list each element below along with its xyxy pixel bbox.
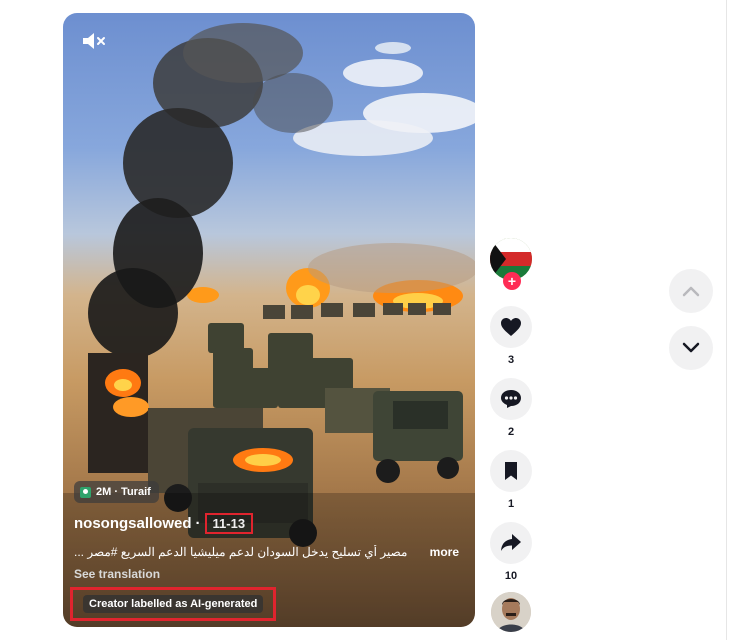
post-date: 11-13 bbox=[204, 513, 254, 534]
follow-button[interactable]: + bbox=[503, 272, 521, 290]
more-link[interactable]: more bbox=[430, 545, 459, 559]
share-count: 10 bbox=[504, 570, 518, 582]
location-icon bbox=[80, 486, 91, 498]
separator-dot: · bbox=[195, 515, 201, 532]
bookmark-icon bbox=[505, 462, 517, 480]
creator-avatar-wrap: + bbox=[490, 238, 532, 294]
chevron-down-icon bbox=[682, 342, 700, 353]
views-location-badge[interactable]: 2M · Turaif bbox=[74, 481, 159, 503]
views-location-text: 2M · Turaif bbox=[96, 486, 151, 498]
comment-count: 2 bbox=[507, 426, 515, 438]
author-username[interactable]: nosongsallowed bbox=[74, 515, 192, 532]
comment-icon bbox=[501, 390, 521, 408]
music-avatar[interactable] bbox=[491, 592, 531, 632]
author-row: nosongsallowed · 11-13 bbox=[74, 513, 254, 534]
share-button[interactable] bbox=[490, 522, 532, 564]
like-count: 3 bbox=[507, 354, 515, 366]
caption: مصير أي تسليح يدخل السودان لدعم ميليشيا … bbox=[74, 545, 459, 559]
bookmark-button[interactable] bbox=[490, 450, 532, 492]
previous-video-button[interactable] bbox=[669, 269, 713, 313]
bookmark-count: 1 bbox=[507, 498, 515, 510]
ai-generated-text: Creator labelled as AI-generated bbox=[83, 595, 264, 613]
action-bar: + 3 2 1 10 bbox=[488, 238, 534, 632]
page-edge-divider bbox=[726, 0, 727, 640]
next-video-button[interactable] bbox=[669, 326, 713, 370]
comment-button[interactable] bbox=[490, 378, 532, 420]
caption-text: مصير أي تسليح يدخل السودان لدعم ميليشيا … bbox=[74, 545, 408, 559]
see-translation-link[interactable]: See translation bbox=[74, 567, 160, 581]
video-player[interactable]: 2M · Turaif nosongsallowed · 11-13 مصير … bbox=[63, 13, 475, 627]
mute-icon[interactable] bbox=[81, 31, 107, 51]
video-frame bbox=[63, 23, 475, 627]
like-button[interactable] bbox=[490, 306, 532, 348]
heart-icon bbox=[501, 318, 521, 336]
chevron-up-icon bbox=[682, 286, 700, 297]
ai-generated-label: Creator labelled as AI-generated bbox=[70, 587, 277, 621]
share-icon bbox=[501, 534, 521, 551]
